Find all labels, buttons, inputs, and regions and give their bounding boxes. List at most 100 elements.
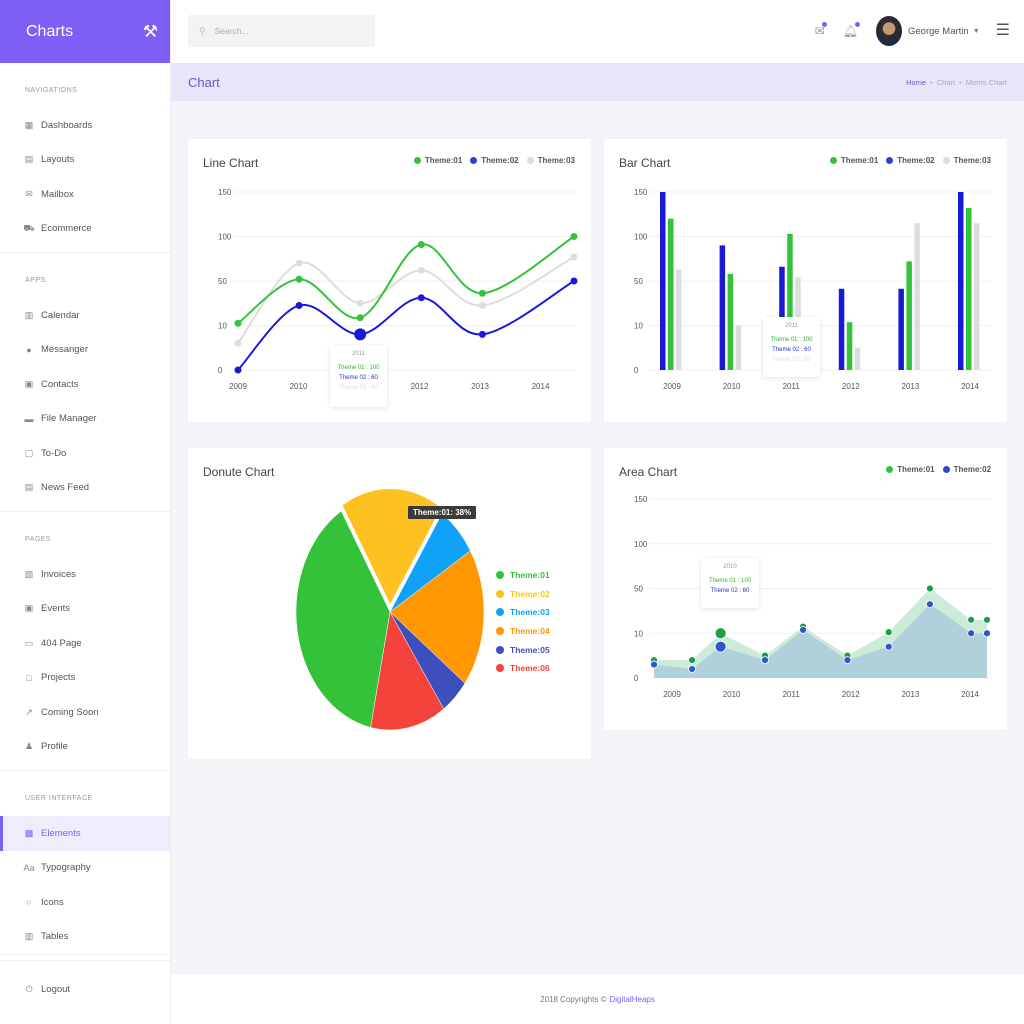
sidebar-item-dashboards[interactable]: ▦ Dashboards: [0, 108, 170, 143]
legend-item[interactable]: Theme:03: [942, 156, 991, 165]
bar: [854, 347, 861, 370]
data-point: [478, 330, 486, 338]
x-tick-label: 2009: [663, 690, 681, 699]
rocket-icon: ↗: [25, 706, 33, 717]
projects-icon: □: [26, 672, 32, 683]
sidebar-item-label: Icons: [41, 896, 64, 908]
sidebar-item-elements[interactable]: ▩ Elements: [0, 816, 170, 851]
legend-swatch: [942, 157, 950, 164]
x-tick-label: 2014: [961, 690, 979, 699]
sidebar-item-events[interactable]: ▣ Events: [0, 592, 170, 627]
sidebar-item-label: Projects: [41, 672, 76, 684]
topbar-actions: ✉ 🔔︎ George Martin ▼ ☰: [815, 14, 1010, 48]
circle-icon: ○: [26, 897, 32, 908]
bar: [719, 245, 726, 370]
legend-item[interactable]: Theme:05: [496, 640, 550, 659]
sidebar-item-news-feed[interactable]: ▤ News Feed: [0, 471, 170, 506]
bar: [966, 208, 972, 370]
footer-link[interactable]: DigitalHeaps: [610, 995, 655, 1004]
legend-label: Theme:01: [840, 156, 879, 165]
menu-icon[interactable]: ☰: [996, 23, 1010, 39]
sidebar-item-ecommerce[interactable]: ⛟ Ecommerce: [0, 212, 170, 247]
user-name[interactable]: George Martin: [908, 26, 969, 37]
area-chart-card: 0 10 50 100 150 2009 2010 2011 2012 2013 2014 Area…: [604, 448, 1007, 730]
x-tick-label: 2009: [229, 382, 247, 391]
brand-title[interactable]: Charts: [26, 23, 73, 41]
monitor-icon: ▭: [24, 637, 34, 648]
sidebar-item-to-do[interactable]: ▢ To-Do: [0, 436, 170, 471]
legend-item[interactable]: Theme:02: [886, 156, 935, 165]
y-tick-label: 150: [218, 188, 232, 197]
search-input[interactable]: [214, 26, 355, 36]
page-title: Chart: [188, 74, 220, 90]
sidebar-item-layouts[interactable]: ▤ Layouts: [0, 143, 170, 178]
y-tick-label: 150: [634, 188, 648, 197]
pie-tooltip: Theme:01: 38%: [408, 506, 477, 519]
legend-swatch: [470, 157, 478, 164]
sidebar-item-label: Events: [41, 603, 71, 615]
tools-icon[interactable]: ⚒: [143, 23, 158, 40]
data-point: [295, 259, 303, 267]
y-tick-label: 10: [218, 322, 227, 331]
data-point: [417, 294, 425, 302]
legend-swatch: [886, 466, 894, 473]
sidebar-item-contacts[interactable]: ▣ Contacts: [0, 367, 170, 402]
sidebar-item-invoices[interactable]: ▧ Invoices: [0, 557, 170, 592]
bar: [735, 325, 742, 370]
sidebar-item-logout[interactable]: ⏻ Logout: [0, 973, 170, 1008]
legend-item[interactable]: Theme:01: [413, 156, 462, 165]
x-tick-label: 2010: [723, 382, 741, 391]
data-point: [983, 629, 991, 638]
data-point: [926, 584, 934, 593]
breadcrumb-home[interactable]: Home: [906, 78, 926, 87]
sidebar-item-messanger[interactable]: ● Messanger: [0, 333, 170, 368]
breadcrumb-chart[interactable]: Chart: [937, 78, 955, 87]
legend-swatch: [496, 664, 504, 673]
sidebar-item-profile[interactable]: ♟ Profile: [0, 730, 170, 765]
nav-heading: USER INTERFACE: [25, 795, 93, 802]
sidebar-item-calendar[interactable]: ▥ Calendar: [0, 298, 170, 333]
data-point: [799, 625, 807, 634]
sidebar-item-coming-soon[interactable]: ↗ Coming Soon: [0, 695, 170, 730]
legend-item[interactable]: Theme:02: [942, 465, 991, 474]
y-tick-label: 50: [634, 585, 643, 594]
legend-item[interactable]: Theme:04: [496, 622, 550, 641]
x-tick-label: 2012: [842, 690, 860, 699]
data-point: [356, 314, 364, 322]
sidebar-item-tables[interactable]: ▥ Tables: [0, 920, 170, 955]
avatar[interactable]: [875, 16, 902, 46]
data-point: [714, 640, 727, 653]
legend-label: Theme:02: [481, 156, 519, 165]
bar: [846, 322, 853, 370]
legend-item[interactable]: Theme:01: [829, 156, 879, 165]
donut-chart-title: Donute Chart: [203, 465, 275, 479]
legend-item[interactable]: Theme:03: [526, 156, 575, 165]
sidebar-item-404-page[interactable]: ▭ 404 Page: [0, 626, 170, 661]
sidebar-item-typography[interactable]: Aa Typography: [0, 851, 170, 886]
bar-chart: 0 10 50 100 150 2009 2010 2011 2012 2013 2014: [634, 188, 992, 391]
legend-item[interactable]: Theme:06: [496, 659, 550, 678]
sidebar-item-projects[interactable]: □ Projects: [0, 661, 170, 696]
legend-item[interactable]: Theme:01: [886, 465, 935, 474]
sidebar-item-icons[interactable]: ○ Icons: [0, 885, 170, 920]
sidebar-item-label: Typography: [41, 862, 91, 874]
legend-item[interactable]: Theme:02: [470, 156, 519, 165]
events-icon: ▣: [24, 603, 34, 614]
sidebar-item-mailbox[interactable]: ✉ Mailbox: [0, 177, 170, 212]
data-point: [983, 615, 991, 624]
mail-icon[interactable]: ✉: [815, 22, 827, 38]
legend-item[interactable]: Theme:03: [496, 603, 550, 622]
sidebar-item-file-manager[interactable]: ▬ File Manager: [0, 402, 170, 437]
legend-item[interactable]: Theme:01: [496, 566, 550, 585]
data-point: [714, 627, 727, 640]
data-point: [295, 275, 303, 283]
mail-icon: ✉: [25, 188, 33, 199]
bar: [838, 288, 845, 370]
layout-icon: ▤: [24, 154, 34, 165]
sidebar-item-label: Logout: [41, 984, 71, 996]
data-point: [295, 301, 303, 309]
bell-icon[interactable]: 🔔︎: [843, 22, 860, 38]
area-chart-tooltip: 2010 Theme 01 : 100 Theme 02 : 60: [701, 558, 759, 608]
chevron-down-icon[interactable]: ▼: [973, 28, 980, 35]
legend-item[interactable]: Theme:02: [496, 585, 550, 604]
